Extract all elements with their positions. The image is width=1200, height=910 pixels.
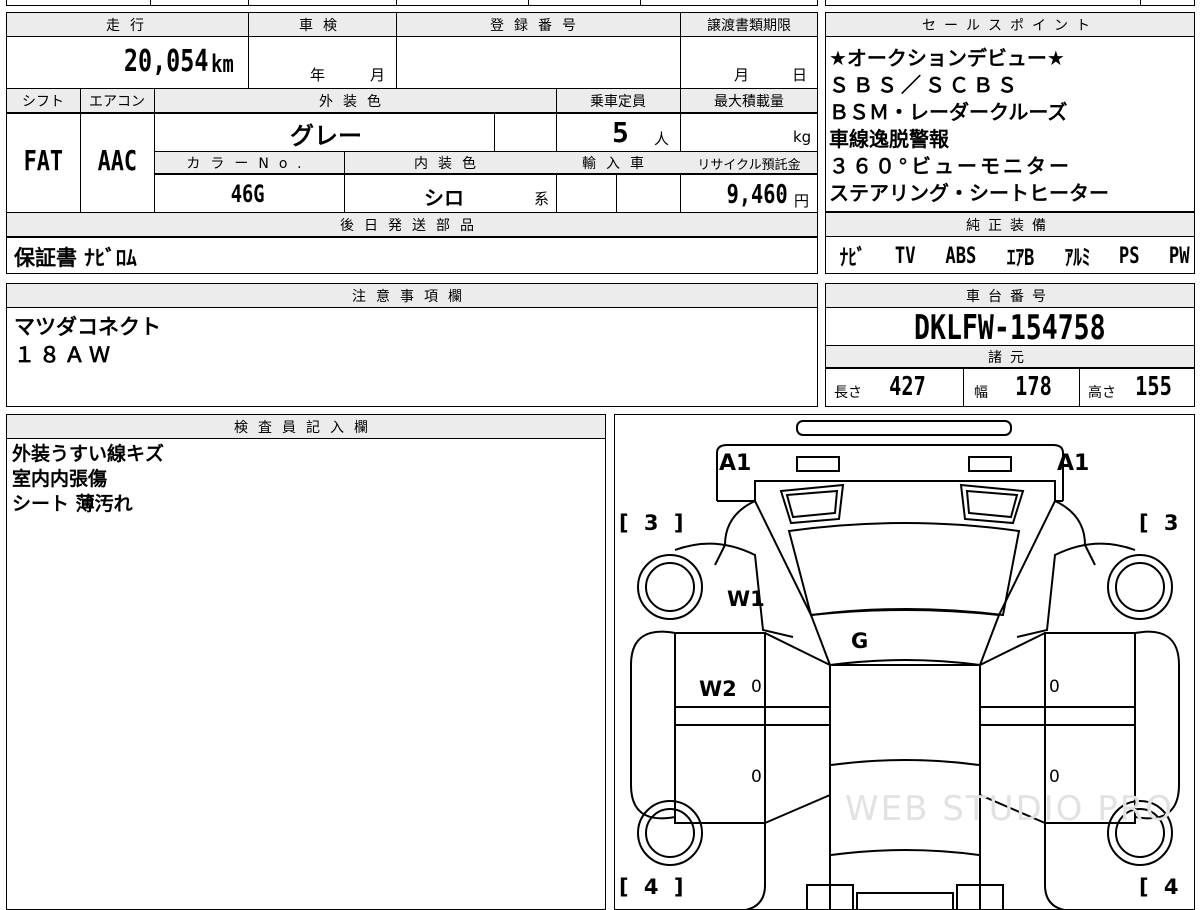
mileage-label: 走行: [106, 18, 154, 34]
sales-point-item: ステアリング・シートヒーター: [829, 181, 1109, 205]
equipment-item: PS: [1119, 243, 1141, 269]
transfer-deadline-label: 譲渡書類期限: [707, 18, 791, 34]
damage-mark-w1: W1: [727, 587, 765, 611]
damage-mark-a1-right: A1: [1057, 451, 1090, 476]
max-load-label: 最大積載量: [714, 94, 784, 110]
chassis-label: 車台番号: [966, 289, 1054, 305]
recycle-label: リサイクル預託金: [697, 158, 801, 173]
color-no-label: カラーNo.: [186, 156, 312, 172]
sales-points-label: セールスポイント: [922, 18, 1098, 34]
length-label: 長さ: [834, 385, 862, 401]
sales-points-list: ★オークションデビュー★ ＳＢＳ／ＳＣＢＳ ＢＳＭ・レーダークルーズ 車線逸脱警…: [825, 40, 1195, 210]
height-label: 高さ: [1088, 385, 1116, 401]
inspector-note: シート 薄汚れ: [12, 493, 133, 515]
recycle-value: 9,460: [726, 180, 788, 210]
equipment-item: ｴｱB: [1006, 246, 1035, 271]
mileage-unit: km: [211, 50, 234, 78]
transfer-month: 月: [734, 66, 750, 84]
dimensions-label: 諸元: [988, 350, 1032, 366]
capacity-value: 5: [612, 116, 629, 149]
registration-label: 登録番号: [490, 18, 586, 34]
notes-line: マツダコネクト: [14, 315, 161, 339]
later-parts-label: 後日発送部品: [340, 218, 484, 234]
tire-depth-front-right: [ 3 ]: [1139, 511, 1194, 535]
sales-point-item: 車線逸脱警報: [829, 127, 949, 151]
capacity-unit: 人: [654, 130, 670, 148]
equipment-item: ｱﾙﾐ: [1064, 246, 1091, 271]
car-diagram-box: A1 A1 W1 W2 G [ 3 ] [ 3 ] [ 4 ] [ 4 ] 0 …: [614, 414, 1195, 910]
damage-mark-g: G: [851, 629, 869, 653]
notes-label: 注意事項欄: [352, 289, 472, 305]
mileage-value: 20,054: [123, 44, 209, 79]
interior-color-suffix: 系: [534, 190, 550, 208]
exterior-color-label: 外装色: [319, 94, 391, 110]
tire-depth-front-left: [ 3 ]: [619, 511, 688, 535]
aircon-value: AAC: [97, 144, 137, 177]
recycle-unit: 円: [794, 192, 810, 210]
shift-label: シフト: [22, 94, 64, 110]
sales-point-item: ＳＢＳ／ＳＣＢＳ: [829, 73, 1021, 97]
panel-mark: 0: [751, 767, 762, 787]
later-parts-value: 保証書 ﾅﾋﾞﾛﾑ: [14, 246, 137, 270]
panel-mark: 0: [1049, 677, 1060, 697]
damage-mark-a1-left: A1: [719, 451, 752, 476]
inspector-note: 室内内張傷: [12, 468, 108, 490]
inspector-label: 検査員記入欄: [234, 420, 378, 436]
watermark: WEB STUDIO PRO: [845, 789, 1175, 829]
exterior-color-value: グレー: [290, 122, 362, 150]
panel-mark: 0: [1049, 767, 1060, 787]
sales-point-item: ３６０°ビューモニター: [829, 154, 1072, 178]
equipment-item: ﾅﾋﾞ: [839, 246, 866, 271]
tire-depth-rear-left: [ 4 ]: [619, 875, 688, 899]
interior-color-label: 内装色: [414, 156, 486, 172]
max-load-unit: kg: [793, 128, 812, 146]
shift-value: FAT: [23, 144, 63, 177]
damage-mark-w2: W2: [699, 677, 737, 701]
panel-mark: 0: [751, 677, 762, 697]
color-no-value: 46G: [230, 180, 265, 208]
car-damage-diagram: [630, 420, 1180, 909]
inspection-label: 車検: [299, 18, 347, 34]
notes-line: １８ＡＷ: [14, 343, 114, 367]
sales-point-item: ＢＳＭ・レーダークルーズ: [829, 100, 1068, 124]
tire-depth-rear-right: [ 4 ]: [1139, 875, 1194, 899]
width-label: 幅: [974, 385, 988, 401]
height-value: 155: [1135, 372, 1172, 402]
chassis-number: DKLFW-154758: [914, 308, 1106, 348]
top-strip-left: [6, 0, 818, 6]
import-label: 輸入車: [582, 156, 654, 172]
equipment-item: TV: [894, 243, 916, 269]
equipment-label: 純正装備: [966, 218, 1054, 234]
inspection-year: 年: [310, 66, 326, 84]
sales-point-item: ★オークションデビュー★: [829, 46, 1065, 70]
equipment-list: ﾅﾋﾞ TV ABS ｴｱB ｱﾙﾐ PS PW: [836, 240, 1192, 272]
aircon-label: エアコン: [89, 94, 145, 110]
length-value: 427: [889, 372, 926, 402]
inspection-month: 月: [370, 66, 386, 84]
capacity-label: 乗車定員: [590, 94, 646, 110]
equipment-item: ABS: [945, 243, 977, 269]
inspector-note: 外装うすい線キズ: [12, 443, 165, 465]
width-value: 178: [1015, 372, 1052, 402]
interior-color-value: シロ: [424, 186, 464, 210]
transfer-day: 日: [792, 66, 808, 84]
equipment-item: PW: [1168, 243, 1190, 269]
